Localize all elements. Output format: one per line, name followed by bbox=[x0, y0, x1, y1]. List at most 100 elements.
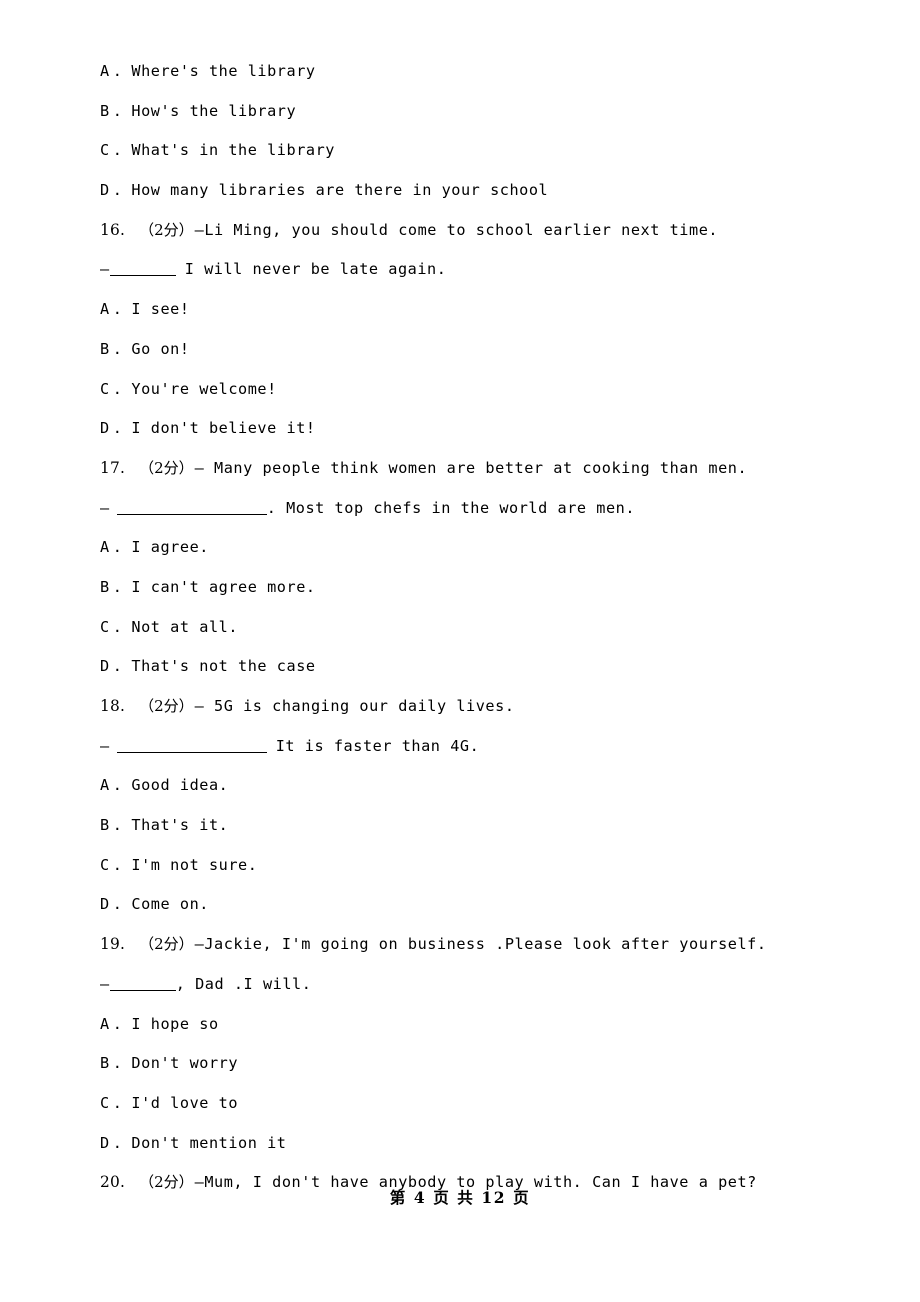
option-text: Where's the library bbox=[131, 62, 316, 80]
answer-dash: — bbox=[100, 974, 110, 993]
question-stem-text: —Jackie, I'm going on business .Please l… bbox=[194, 935, 767, 954]
answer-line-text: , Dad .I will. bbox=[175, 974, 312, 993]
option-row[interactable]: D. How many libraries are there in your s… bbox=[100, 171, 840, 211]
option-row[interactable]: A. I hope so bbox=[100, 1005, 840, 1045]
document-page: A. Where's the library B. How's the library… bbox=[0, 0, 920, 1302]
option-text: Good idea. bbox=[131, 776, 229, 795]
fill-in-blank[interactable] bbox=[109, 975, 176, 991]
option-letter: A bbox=[100, 776, 110, 795]
option-text: I'm not sure. bbox=[131, 855, 258, 874]
option-row[interactable]: D. Come on. bbox=[100, 885, 840, 925]
option-separator: . bbox=[112, 1133, 123, 1152]
option-separator: . bbox=[112, 141, 123, 160]
option-separator: . bbox=[112, 1054, 123, 1073]
fill-in-blank[interactable] bbox=[116, 499, 267, 515]
question-number: 16. bbox=[100, 220, 126, 239]
option-separator: . bbox=[112, 419, 123, 438]
option-letter: A bbox=[100, 62, 110, 80]
question-stem-text: — 5G is changing our daily lives. bbox=[194, 697, 515, 715]
option-separator: . bbox=[112, 816, 123, 835]
option-row[interactable]: B. How's the library bbox=[100, 92, 840, 132]
fill-in-blank[interactable] bbox=[109, 260, 176, 277]
question-stem-text: — Many people think women are better at … bbox=[194, 458, 748, 477]
option-text: I'd love to bbox=[131, 1093, 239, 1112]
question-stem-row: 17. （2分）— Many people think women are bet… bbox=[100, 449, 840, 489]
option-letter: D bbox=[100, 181, 110, 200]
answer-line-text: I will never be late again. bbox=[184, 260, 447, 279]
fill-in-blank[interactable] bbox=[116, 737, 267, 753]
option-separator: . bbox=[112, 776, 123, 795]
option-separator: . bbox=[112, 855, 123, 874]
option-row[interactable]: C. Not at all. bbox=[100, 608, 840, 648]
question-marks: （2分） bbox=[139, 458, 194, 477]
option-row[interactable]: D. That's not the case bbox=[100, 647, 840, 687]
option-letter: A bbox=[100, 538, 110, 557]
option-row[interactable]: A. I see! bbox=[100, 290, 840, 330]
option-text: Not at all. bbox=[131, 617, 239, 636]
answer-line-row: — . Most top chefs in the world are men. bbox=[100, 489, 840, 529]
option-letter: C bbox=[100, 617, 110, 636]
option-text: I can't agree more. bbox=[131, 577, 316, 596]
option-text: You're welcome! bbox=[131, 379, 277, 398]
option-row[interactable]: A. Where's the library bbox=[100, 52, 840, 92]
option-letter: B bbox=[100, 577, 110, 596]
option-letter: A bbox=[100, 300, 110, 319]
option-group: A. Where's the library B. How's the library… bbox=[100, 52, 840, 211]
option-text: I agree. bbox=[131, 538, 209, 557]
question-block: 17. （2分）— Many people think women are bet… bbox=[100, 449, 840, 687]
option-row[interactable]: D. Don't mention it bbox=[100, 1124, 840, 1164]
option-separator: . bbox=[112, 300, 123, 319]
option-separator: . bbox=[112, 895, 123, 914]
option-separator: . bbox=[112, 657, 123, 676]
question-stem-row: 19. （2分）—Jackie, I'm going on business .P… bbox=[100, 925, 840, 965]
option-row[interactable]: A. I agree. bbox=[100, 528, 840, 568]
option-letter: D bbox=[100, 895, 110, 914]
page-content: A. Where's the library B. How's the library… bbox=[100, 52, 840, 1203]
question-block: 18. （2分）— 5G is changing our daily lives.… bbox=[100, 687, 840, 925]
option-letter: C bbox=[100, 141, 110, 160]
page-footer: 第 4 页 共 12 页 bbox=[389, 1188, 531, 1207]
option-row[interactable]: C. You're welcome! bbox=[100, 370, 840, 410]
option-letter: C bbox=[100, 855, 110, 874]
question-stem-text: —Li Ming, you should come to school earl… bbox=[194, 220, 719, 239]
option-separator: . bbox=[112, 379, 123, 398]
option-separator: . bbox=[112, 1014, 123, 1033]
option-row[interactable]: B. Go on! bbox=[100, 330, 840, 370]
option-row[interactable]: D. I don't believe it! bbox=[100, 409, 840, 449]
answer-line-row: — It is faster than 4G. bbox=[100, 727, 840, 767]
option-separator: . bbox=[112, 617, 123, 636]
option-row[interactable]: A. Good idea. bbox=[100, 766, 840, 806]
option-text: Don't worry bbox=[131, 1054, 239, 1073]
option-row[interactable]: B. I can't agree more. bbox=[100, 568, 840, 608]
option-row[interactable]: C. I'd love to bbox=[100, 1084, 840, 1124]
option-letter: D bbox=[100, 419, 110, 438]
option-text: How many libraries are there in your sch… bbox=[131, 181, 549, 200]
answer-line-row: — , Dad .I will. bbox=[100, 965, 840, 1005]
question-marks: （2分） bbox=[139, 697, 194, 715]
option-text: Come on. bbox=[131, 895, 209, 914]
option-separator: . bbox=[112, 577, 123, 596]
option-letter: D bbox=[100, 1133, 110, 1152]
question-block: 16. （2分）—Li Ming, you should come to scho… bbox=[100, 211, 840, 449]
question-marks: （2分） bbox=[139, 220, 194, 239]
option-text: I see! bbox=[131, 300, 190, 319]
question-marks: （2分） bbox=[139, 935, 194, 954]
option-text: How's the library bbox=[131, 101, 297, 120]
option-separator: . bbox=[112, 62, 123, 80]
option-row[interactable]: C. I'm not sure. bbox=[100, 846, 840, 886]
answer-line-text: It is faster than 4G. bbox=[275, 736, 480, 755]
answer-dash: — bbox=[100, 498, 110, 517]
question-number: 19. bbox=[100, 935, 126, 954]
option-text: That's it. bbox=[131, 816, 229, 835]
question-stem-row: 18. （2分）— 5G is changing our daily lives. bbox=[100, 687, 840, 727]
option-letter: D bbox=[100, 657, 110, 676]
option-text: I hope so bbox=[131, 1014, 219, 1033]
option-text: Don't mention it bbox=[131, 1133, 287, 1152]
option-text: What's in the library bbox=[131, 141, 335, 160]
option-row[interactable]: B. That's it. bbox=[100, 806, 840, 846]
option-letter: C bbox=[100, 379, 110, 398]
option-row[interactable]: C. What's in the library bbox=[100, 131, 840, 171]
question-number: 18. bbox=[100, 697, 126, 715]
option-row[interactable]: B. Don't worry bbox=[100, 1044, 840, 1084]
answer-line-text: . Most top chefs in the world are men. bbox=[266, 498, 636, 517]
